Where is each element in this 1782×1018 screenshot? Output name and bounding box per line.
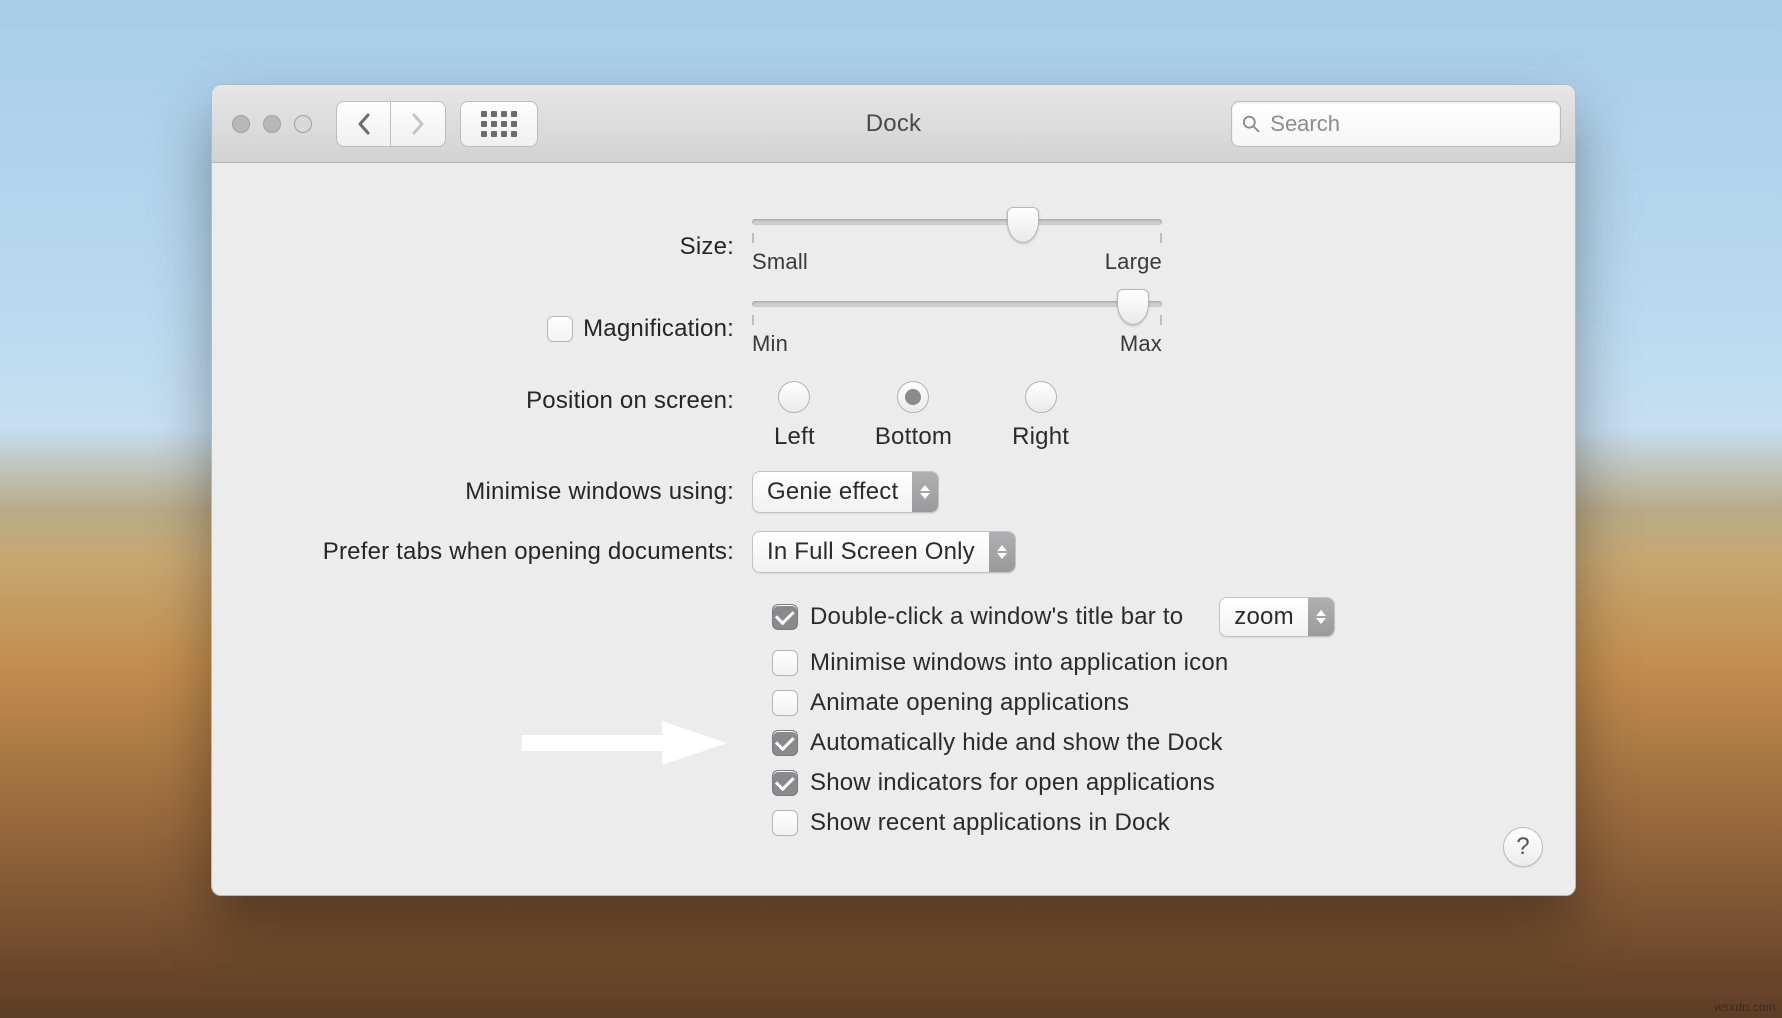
mag-max-label: Max — [1120, 331, 1162, 357]
preferences-window: Dock Size: Small Large Magnificat — [211, 84, 1576, 896]
indicators-checkbox[interactable] — [772, 770, 798, 796]
position-radio-group: Left Bottom Right — [774, 381, 1069, 451]
chevron-left-icon — [356, 112, 372, 136]
nav-buttons — [336, 101, 538, 147]
magnification-label: Magnification: — [583, 315, 734, 343]
chevron-right-icon — [410, 112, 426, 136]
search-icon — [1242, 114, 1260, 134]
stepper-icon — [912, 472, 938, 512]
double-click-action-popup[interactable]: zoom — [1219, 597, 1335, 637]
show-all-button[interactable] — [460, 101, 538, 147]
minimise-label: Minimise windows using: — [252, 478, 752, 506]
minimise-effect-popup[interactable]: Genie effect — [752, 471, 939, 513]
search-input[interactable] — [1268, 110, 1550, 138]
magnification-checkbox[interactable] — [547, 316, 573, 342]
position-label: Position on screen: — [252, 381, 752, 415]
zoom-traffic-light[interactable] — [294, 115, 312, 133]
prefer-tabs-label: Prefer tabs when opening documents: — [252, 538, 752, 566]
show-recent-checkbox[interactable] — [772, 810, 798, 836]
prefer-tabs-value: In Full Screen Only — [767, 538, 975, 566]
position-right-label: Right — [1012, 423, 1069, 451]
close-traffic-light[interactable] — [232, 115, 250, 133]
show-recent-label: Show recent applications in Dock — [810, 809, 1170, 837]
back-button[interactable] — [336, 101, 391, 147]
position-right-radio[interactable] — [1025, 381, 1057, 413]
auto-hide-checkbox[interactable] — [772, 730, 798, 756]
indicators-label: Show indicators for open applications — [810, 769, 1215, 797]
auto-hide-label: Automatically hide and show the Dock — [810, 729, 1223, 757]
size-label: Size: — [252, 233, 752, 261]
minimise-into-icon-checkbox[interactable] — [772, 650, 798, 676]
size-slider[interactable]: Small Large — [752, 219, 1162, 275]
animate-opening-checkbox[interactable] — [772, 690, 798, 716]
size-slider-thumb[interactable] — [1007, 207, 1039, 243]
animate-opening-label: Animate opening applications — [810, 689, 1129, 717]
size-max-label: Large — [1105, 249, 1162, 275]
position-bottom-radio[interactable] — [897, 381, 929, 413]
minimise-effect-value: Genie effect — [767, 478, 898, 506]
mag-min-label: Min — [752, 331, 788, 357]
prefer-tabs-popup[interactable]: In Full Screen Only — [752, 531, 1016, 573]
help-button[interactable]: ? — [1503, 827, 1543, 867]
position-bottom-label: Bottom — [875, 423, 952, 451]
grid-icon — [481, 111, 517, 137]
content-pane: Size: Small Large Magnification: — [212, 163, 1575, 883]
titlebar: Dock — [212, 85, 1575, 163]
size-min-label: Small — [752, 249, 808, 275]
magnification-slider[interactable]: Min Max — [752, 301, 1162, 357]
forward-button[interactable] — [391, 101, 446, 147]
double-click-checkbox[interactable] — [772, 604, 798, 630]
minimise-into-icon-label: Minimise windows into application icon — [810, 649, 1228, 677]
double-click-action-value: zoom — [1234, 603, 1294, 631]
position-left-radio[interactable] — [778, 381, 810, 413]
magnification-slider-thumb[interactable] — [1117, 289, 1149, 325]
position-left-label: Left — [774, 423, 815, 451]
stepper-icon — [989, 532, 1015, 572]
minimize-traffic-light[interactable] — [263, 115, 281, 133]
stepper-icon — [1308, 598, 1334, 636]
double-click-label: Double-click a window's title bar to — [810, 603, 1183, 631]
search-field[interactable] — [1231, 101, 1561, 147]
watermark: wsxdn.com — [1714, 1000, 1776, 1014]
window-controls — [232, 115, 312, 133]
